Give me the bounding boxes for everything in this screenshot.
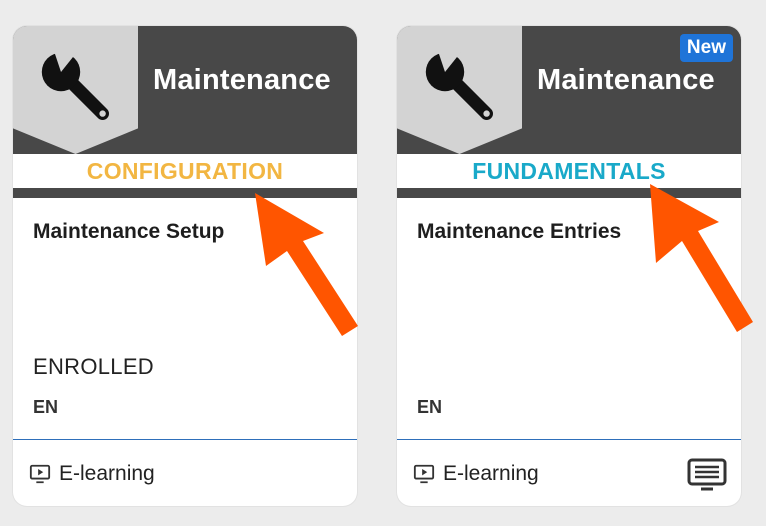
wrench-icon — [425, 48, 493, 121]
course-title[interactable]: Maintenance Entries — [417, 220, 621, 244]
course-type: E-learning — [29, 460, 155, 488]
card-divider — [397, 439, 741, 440]
category-tile — [397, 26, 522, 154]
annotation-arrow-configuration — [250, 190, 362, 340]
wrench-icon — [41, 48, 110, 121]
course-type-label: E-learning — [443, 462, 539, 485]
enrollment-status: ENROLLED — [33, 354, 154, 379]
category-title: Maintenance — [153, 64, 331, 96]
card-banner: Maintenance — [13, 26, 357, 154]
annotation-arrow-fundamentals — [645, 181, 757, 341]
course-type-label: E-learning — [59, 462, 155, 485]
card-divider — [13, 439, 357, 440]
course-list-icon[interactable] — [687, 458, 727, 492]
play-screen-icon — [413, 463, 435, 485]
category-title: Maintenance — [537, 64, 715, 96]
play-screen-icon — [29, 463, 51, 485]
course-label: CONFIGURATION — [13, 154, 357, 188]
language-code: EN — [417, 397, 443, 417]
card-banner: Maintenance New — [397, 26, 741, 154]
course-type: E-learning — [413, 460, 539, 488]
category-tile — [13, 26, 138, 154]
language-code: EN — [33, 397, 59, 417]
course-title[interactable]: Maintenance Setup — [33, 220, 224, 244]
new-badge: New — [679, 34, 733, 62]
